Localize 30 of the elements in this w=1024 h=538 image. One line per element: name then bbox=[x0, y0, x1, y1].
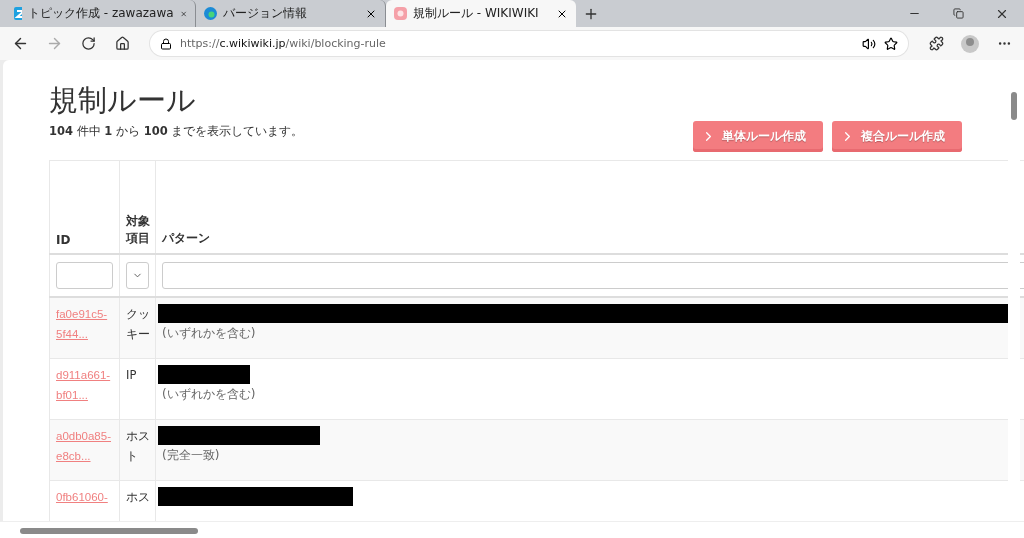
column-header: ID bbox=[56, 233, 72, 247]
target-cell-text: IP bbox=[126, 367, 138, 384]
create-rule-button[interactable]: 単体ルール作成 bbox=[693, 121, 823, 152]
target-cell-text: ホスト bbox=[126, 428, 151, 465]
puzzle-icon[interactable] bbox=[928, 36, 944, 51]
match-type: (いずれかを含む) bbox=[162, 325, 257, 342]
create-rule-button[interactable]: 複合ルール作成 bbox=[832, 121, 962, 152]
site-logo-icon bbox=[14, 7, 22, 20]
avatar-icon[interactable] bbox=[961, 34, 979, 53]
reload-icon[interactable] bbox=[80, 36, 96, 51]
target-cell-text: クッキー bbox=[126, 306, 151, 343]
browser-tab[interactable]: 規制ルール - WIKIWIKI bbox=[386, 0, 576, 27]
site-logo-icon bbox=[394, 7, 407, 20]
match-type: (いずれかを含む) bbox=[162, 386, 257, 403]
star-icon[interactable] bbox=[884, 36, 898, 51]
target-cell-text: ホス bbox=[126, 489, 151, 506]
lock-icon bbox=[160, 37, 172, 50]
pattern-filter-field[interactable] bbox=[162, 262, 1024, 289]
result-count: 104 件中 1 から 100 までを表示しています。 bbox=[49, 124, 304, 139]
browser-logo-icon bbox=[204, 7, 217, 20]
home-icon[interactable] bbox=[114, 36, 130, 51]
restore-icon[interactable] bbox=[952, 8, 964, 19]
address-bar[interactable]: https://c.wikiwiki.jp/wiki/blocking-rule bbox=[150, 31, 908, 56]
match-type: (完全一致) bbox=[162, 447, 221, 464]
column-header: パターン bbox=[162, 230, 211, 247]
id-filter-field[interactable] bbox=[56, 262, 113, 289]
speaker-icon[interactable] bbox=[862, 36, 876, 51]
column-header: 対象項目 bbox=[126, 213, 151, 247]
horizontal-scrollbar[interactable] bbox=[0, 521, 1024, 538]
page-title: 規制ルール bbox=[49, 82, 197, 119]
